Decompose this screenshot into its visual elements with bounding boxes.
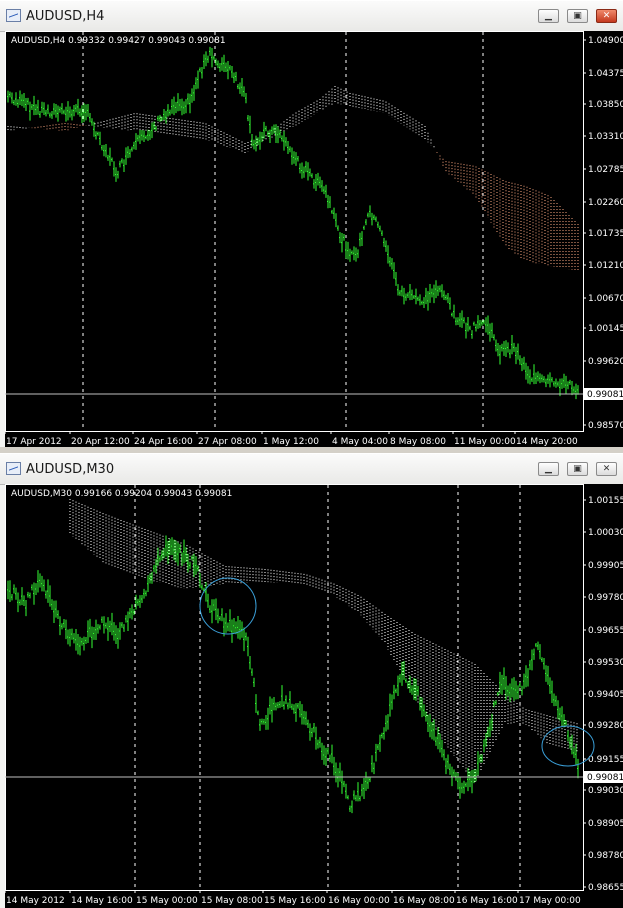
price-tick-label: 0.98570 — [588, 421, 623, 431]
price-tick-label: 1.02260 — [588, 198, 623, 208]
time-tick-label: 14 May 2012 — [6, 896, 65, 906]
time-tick-label: 8 May 08:00 — [390, 437, 446, 447]
price-tick-label: 0.99280 — [588, 721, 623, 731]
title-bar[interactable]: AUDUSD,H4 ▁ ▣ ✕ — [0, 1, 623, 32]
price-tick-label: 0.99620 — [588, 357, 623, 367]
time-tick-label: 16 May 08:00 — [393, 896, 455, 906]
price-tick-label: 0.98780 — [588, 851, 623, 861]
maximize-icon[interactable]: ▣ — [567, 462, 588, 476]
price-tick-label: 0.99030 — [588, 786, 623, 796]
chart-window-h4[interactable]: AUDUSD,H4 ▁ ▣ ✕ 1.04900 1.04375 1.03850 1.0… — [0, 0, 623, 447]
price-tick-label: 0.99405 — [588, 690, 623, 700]
chart-window-m30[interactable]: AUDUSD,M30 ▁ ▣ ✕ 1.00155 1.00030 0.99905 0.… — [0, 453, 623, 908]
price-tick-label: 0.98905 — [588, 819, 623, 829]
time-tick-label: 27 Apr 08:00 — [198, 437, 257, 447]
time-tick-label: 14 May 20:00 — [516, 437, 578, 447]
time-tick-label: 17 May 00:00 — [519, 896, 581, 906]
time-tick-label: 1 May 12:00 — [263, 437, 319, 447]
close-icon[interactable]: ✕ — [596, 462, 617, 476]
time-tick-label: 24 Apr 16:00 — [134, 437, 193, 447]
chart-area[interactable]: 1.04900 1.04375 1.03850 1.03310 1.02785 1.022… — [5, 31, 623, 447]
time-tick-label: 15 May 08:00 — [201, 896, 263, 906]
price-tick-label: 1.03310 — [588, 132, 623, 142]
price-chart: 1.04900 1.04375 1.03850 1.03310 1.02785 1.022… — [5, 31, 623, 447]
price-tick-label: 0.99155 — [588, 755, 623, 765]
price-tick-label: 1.00030 — [588, 528, 623, 538]
time-tick-label: 14 May 16:00 — [71, 896, 133, 906]
time-tick-label: 11 May 00:00 — [454, 437, 516, 447]
price-tick-label: 1.03850 — [588, 100, 623, 110]
maximize-icon[interactable]: ▣ — [567, 9, 588, 23]
current-price-label: 0.99081 — [587, 390, 623, 400]
title-bar[interactable]: AUDUSD,M30 ▁ ▣ ✕ — [0, 454, 623, 485]
price-tick-label: 1.00670 — [588, 294, 623, 304]
chart-area[interactable]: 1.00155 1.00030 0.99905 0.99780 0.99655 0.995… — [5, 484, 623, 908]
time-tick-label: 15 May 16:00 — [264, 896, 326, 906]
time-tick-label: 4 May 04:00 — [332, 437, 388, 447]
time-tick-label: 15 May 00:00 — [136, 896, 198, 906]
symbol-info: AUDUSD,M30 0.99166 0.99204 0.99043 0.990… — [11, 489, 232, 499]
price-tick-label: 1.02785 — [588, 165, 623, 175]
price-tick-label: 0.99905 — [588, 561, 623, 571]
window-title: AUDUSD,M30 — [26, 462, 115, 477]
price-tick-label: 0.99780 — [588, 593, 623, 603]
time-tick-label: 16 May 00:00 — [328, 896, 390, 906]
window-title: AUDUSD,H4 — [26, 9, 105, 24]
price-tick-label: 1.04375 — [588, 69, 623, 79]
chart-frame — [5, 484, 584, 891]
symbol-info: AUDUSD,H4 0.99332 0.99427 0.99043 0.9908… — [11, 36, 226, 46]
minimize-icon[interactable]: ▁ — [538, 462, 559, 476]
price-tick-label: 1.04900 — [588, 36, 623, 46]
price-tick-label: 1.01735 — [588, 229, 623, 239]
chart-window-icon — [6, 9, 21, 22]
time-tick-label: 20 Apr 12:00 — [71, 437, 130, 447]
price-tick-label: 0.99655 — [588, 626, 623, 636]
price-chart: 1.00155 1.00030 0.99905 0.99780 0.99655 0.995… — [5, 484, 623, 906]
price-tick-label: 0.98655 — [588, 883, 623, 893]
chart-window-icon — [6, 462, 21, 475]
price-tick-label: 1.00155 — [588, 496, 623, 506]
price-tick-label: 1.01210 — [588, 261, 623, 271]
minimize-icon[interactable]: ▁ — [538, 9, 559, 23]
time-tick-label: 16 May 16:00 — [456, 896, 518, 906]
current-price-label: 0.99081 — [587, 773, 623, 783]
close-icon[interactable]: ✕ — [596, 9, 617, 23]
price-tick-label: 1.00145 — [588, 324, 623, 334]
price-tick-label: 0.99530 — [588, 658, 623, 668]
time-tick-label: 17 Apr 2012 — [6, 437, 62, 447]
